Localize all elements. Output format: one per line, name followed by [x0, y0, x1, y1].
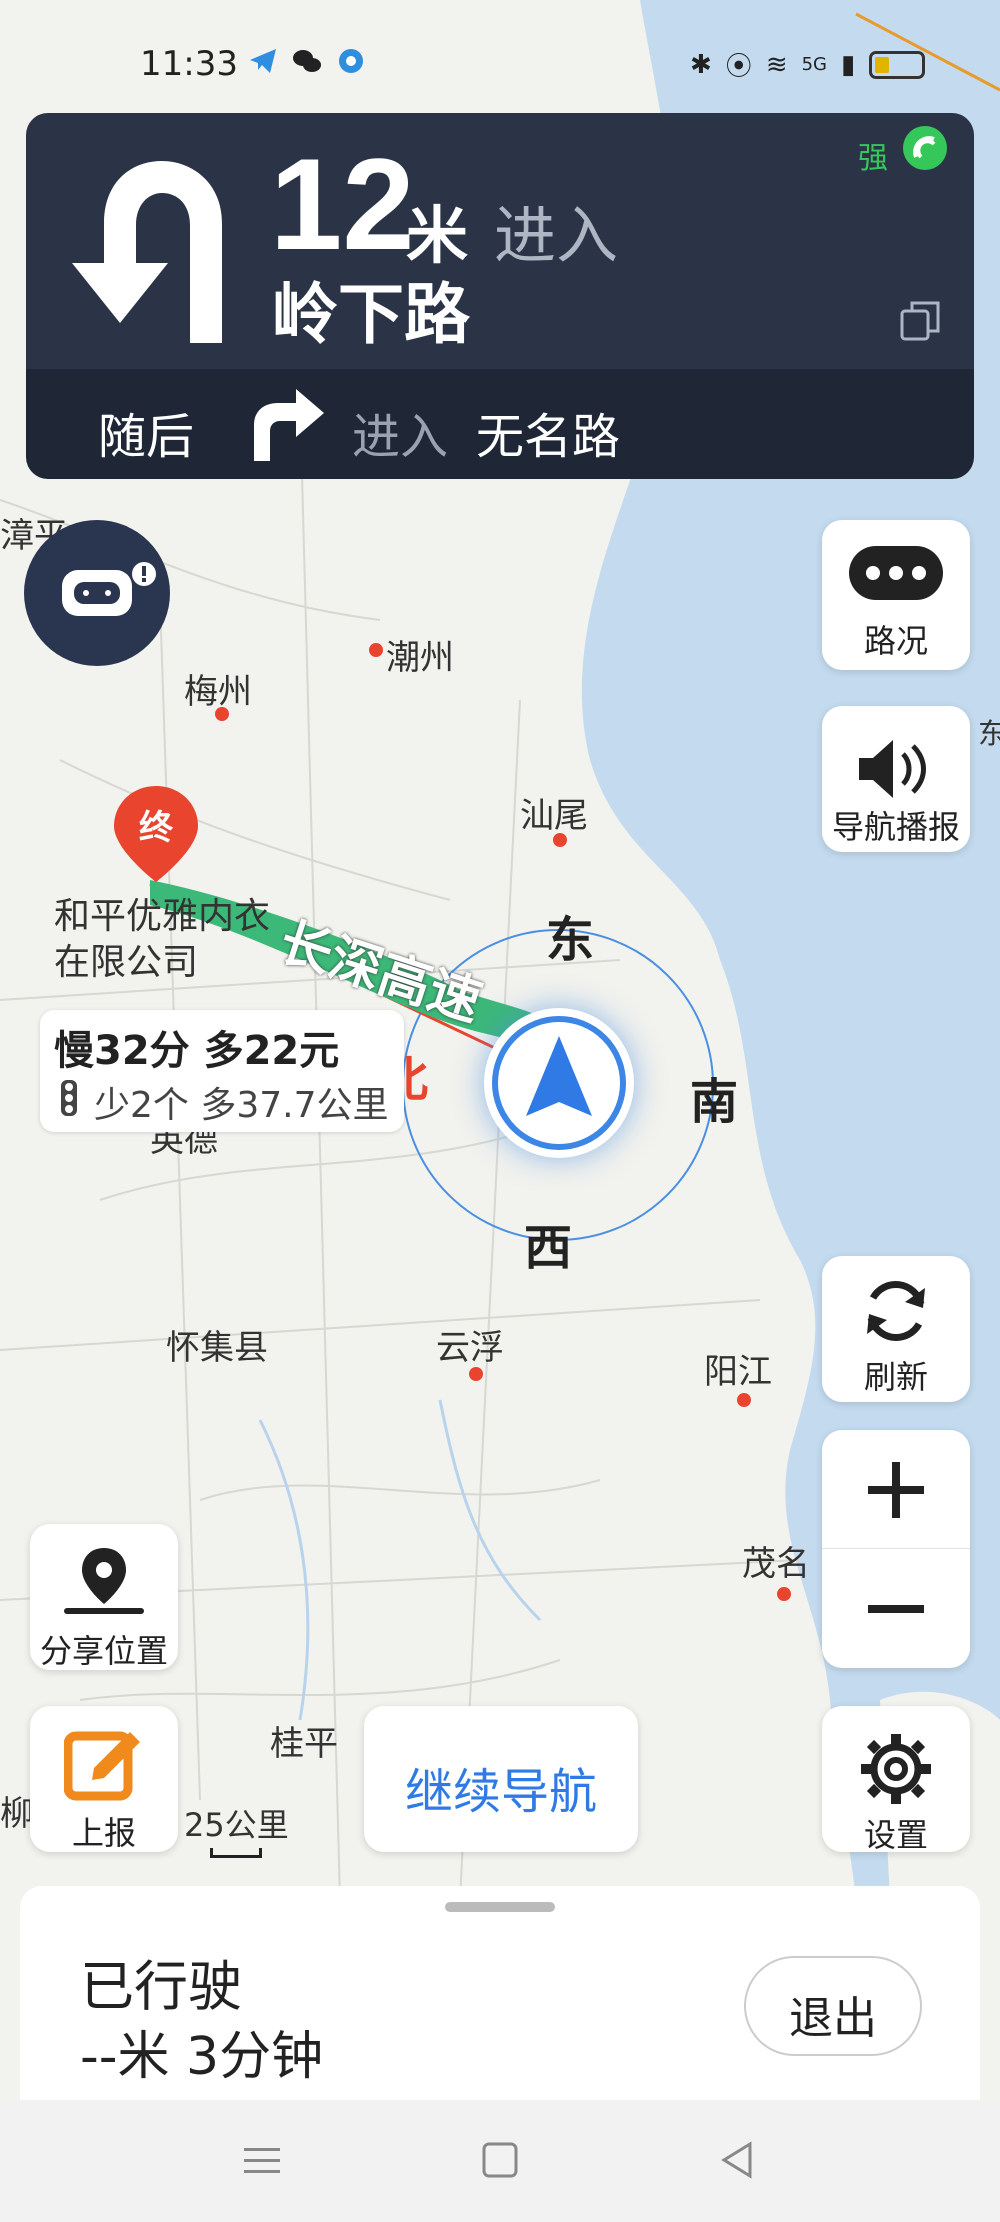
map-label-liu: 柳: [0, 1794, 34, 1834]
trip-summary-panel: 已行驶 --米 3分钟 退出: [20, 1886, 980, 2100]
map-label-maoming: 茂名: [742, 1544, 810, 1584]
telegram-icon: [248, 46, 278, 76]
map-label-destination: 和平优雅内衣在限公司: [54, 896, 271, 983]
home-icon[interactable]: [480, 2140, 520, 2180]
map-label-guiping: 桂平: [270, 1724, 338, 1764]
wifi-icon: ≋: [765, 49, 788, 80]
zoom-controls: [822, 1430, 970, 1668]
maneuver-road-name: 岭下路: [272, 276, 470, 353]
refresh-button-label: 刷新: [863, 1358, 928, 1396]
continue-navigation-button[interactable]: 继续导航: [364, 1706, 638, 1852]
zoom-out-button[interactable]: [822, 1549, 970, 1668]
refresh-button[interactable]: 刷新: [822, 1256, 970, 1402]
map-label-yangjiang: 阳江: [704, 1352, 772, 1392]
map-label-chaozhou: 潮州: [386, 638, 454, 678]
settings-button[interactable]: 设置: [822, 1706, 970, 1854]
exit-navigation-button[interactable]: 退出: [744, 1956, 922, 2056]
report-edit-icon: [64, 1731, 140, 1801]
back-icon[interactable]: [718, 2140, 758, 2180]
bluetooth-icon: ✱: [690, 49, 712, 80]
navigation-arrow-icon: [492, 1016, 626, 1150]
status-bar: 11:33 ✱ ⦿ ≋ 5G ▮: [0, 0, 1000, 120]
maneuver-action: 进入: [494, 199, 619, 272]
current-location-marker: [484, 1008, 634, 1158]
current-maneuver: 12 米 进入 岭下路 强: [26, 113, 974, 369]
maneuver-distance: 12: [270, 131, 415, 277]
continue-navigation-label: 继续导航: [404, 1764, 597, 1820]
network-type: 5G: [801, 54, 828, 75]
system-navigation-bar: [0, 2100, 1000, 2222]
menu-icon[interactable]: [242, 2140, 282, 2180]
compass-west: 西: [524, 1220, 573, 1276]
plus-icon: [868, 1462, 924, 1518]
location-icon: ⦿: [725, 52, 752, 82]
refresh-icon: [867, 1280, 925, 1342]
turn-right-icon: [254, 389, 324, 461]
report-button[interactable]: 上报: [30, 1706, 178, 1852]
window-mode-icon[interactable]: [898, 299, 942, 343]
map-label-meizhou: 梅州: [184, 672, 252, 712]
settings-button-label: 设置: [863, 1816, 928, 1854]
gps-signal-icon: [903, 126, 947, 170]
share-location-button[interactable]: 分享位置: [30, 1524, 178, 1670]
route-tip-main: 慢32分 多22元: [54, 1028, 340, 1074]
exit-button-label: 退出: [789, 1993, 877, 2044]
signal-icon: ▮: [841, 49, 856, 80]
status-time: 11:33: [140, 44, 238, 84]
traffic-button[interactable]: 路况: [822, 520, 970, 670]
gps-signal-label: 强: [858, 141, 888, 176]
app-dot-icon: [336, 46, 366, 76]
next-maneuver-label: 随后: [98, 409, 195, 465]
route-tip-sub: 少2个 多37.7公里: [94, 1085, 389, 1126]
battery-icon: [869, 50, 926, 79]
traffic-light-icon: [61, 1080, 77, 1116]
compass-east: 东: [546, 912, 595, 968]
minus-icon: [868, 1605, 924, 1613]
u-turn-icon: [72, 161, 222, 343]
map-label-shanwei: 汕尾: [520, 796, 588, 836]
next-maneuver-road: 无名路: [476, 409, 621, 465]
map-label-huaiji: 怀集县: [166, 1328, 268, 1368]
voice-broadcast-label: 导航播报: [831, 808, 960, 846]
zoom-in-button[interactable]: [822, 1430, 970, 1549]
compass-south: 南: [690, 1074, 739, 1130]
voice-broadcast-button[interactable]: 导航播报: [822, 706, 970, 852]
speaker-icon: [859, 740, 926, 798]
status-app-icons: [248, 46, 366, 76]
destination-marker-label: 终: [139, 808, 173, 848]
assistant-robot-icon: [62, 562, 156, 616]
voice-assistant-button[interactable]: [24, 520, 170, 666]
map-label-yunfu: 云浮: [436, 1328, 504, 1368]
map-label-dong-edge: 东: [978, 717, 1000, 750]
wechat-icon: [292, 46, 322, 76]
report-button-label: 上报: [71, 1814, 136, 1852]
gear-icon: [861, 1734, 931, 1804]
traffic-button-label: 路况: [863, 622, 928, 660]
driven-label: 已行驶: [80, 1955, 242, 2018]
destination-marker[interactable]: 终: [114, 786, 198, 886]
panel-drag-handle[interactable]: [445, 1902, 555, 1912]
map-scale-bar: [210, 1848, 262, 1858]
status-system-icons: ✱ ⦿ ≋ 5G ▮: [690, 46, 926, 83]
next-maneuver-action: 进入: [352, 409, 449, 465]
alternative-route-tip[interactable]: 慢32分 多22元 少2个 多37.7公里: [40, 1010, 404, 1132]
map-scale-label: 25公里: [184, 1806, 289, 1844]
share-location-icon: [64, 1548, 144, 1614]
share-location-label: 分享位置: [39, 1632, 168, 1670]
more-dots-icon: [849, 546, 943, 600]
turn-guidance-card[interactable]: 12 米 进入 岭下路 强 随后 进入 无名路: [26, 113, 974, 479]
driven-value: --米 3分钟: [80, 2027, 324, 2087]
next-maneuver: 随后 进入 无名路: [26, 369, 974, 479]
